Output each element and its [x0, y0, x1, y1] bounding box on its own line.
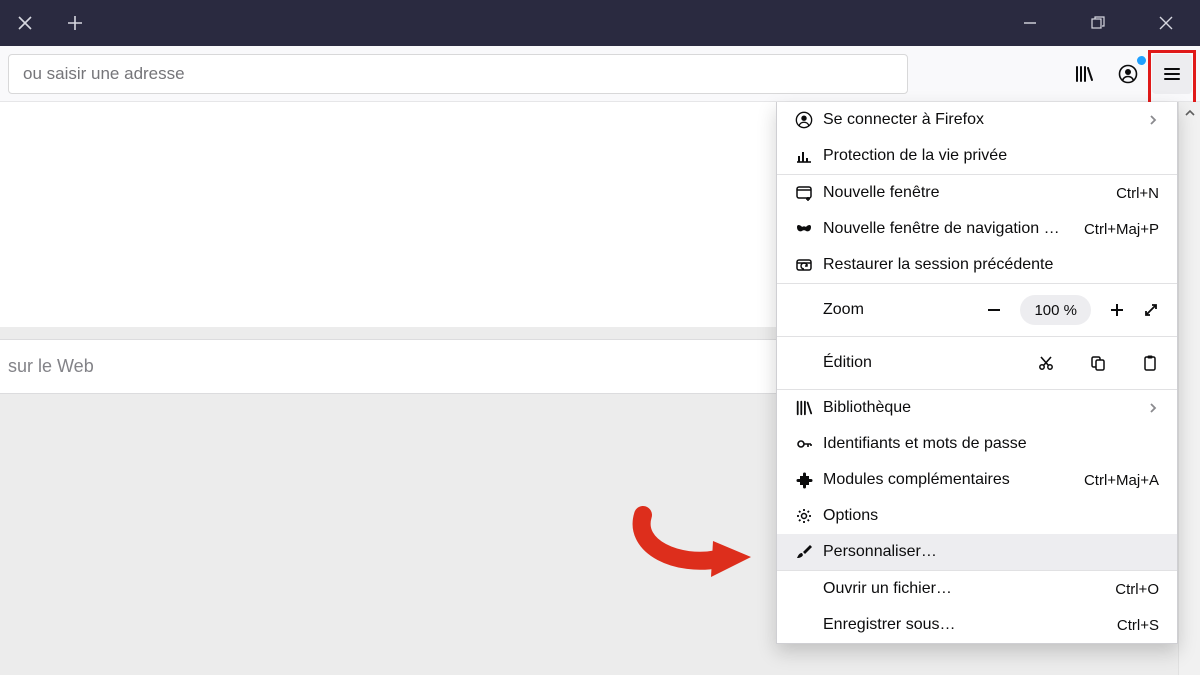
close-icon	[1159, 16, 1173, 30]
titlebar-spacer	[100, 0, 996, 46]
menu-label: Ouvrir un fichier…	[823, 580, 1115, 598]
scroll-up-button[interactable]	[1179, 102, 1200, 124]
menu-private-window[interactable]: Nouvelle fenêtre de navigation … Ctrl+Ma…	[777, 211, 1177, 247]
menu-label: Options	[823, 507, 1159, 525]
menu-logins[interactable]: Identifiants et mots de passe	[777, 426, 1177, 462]
toolbar: ou saisir une adresse	[0, 46, 1200, 102]
close-icon	[18, 16, 32, 30]
menu-customize[interactable]: Personnaliser…	[777, 534, 1177, 570]
plus-icon	[67, 15, 83, 31]
fullscreen-button[interactable]	[1143, 302, 1159, 318]
menu-zoom: Zoom 100 %	[777, 284, 1177, 336]
menu-label: Identifiants et mots de passe	[823, 435, 1159, 453]
menu-label: Restaurer la session précédente	[823, 256, 1159, 274]
menu-shortcut: Ctrl+Maj+A	[1084, 472, 1159, 489]
menu-label: Nouvelle fenêtre de navigation …	[823, 220, 1084, 238]
window-plus-icon	[795, 184, 813, 202]
zoom-in-button[interactable]	[1109, 302, 1125, 318]
copy-button[interactable]	[1089, 354, 1107, 372]
hamburger-icon	[1163, 65, 1181, 83]
menu-privacy[interactable]: Protection de la vie privée	[777, 138, 1177, 174]
menu-new-window[interactable]: Nouvelle fenêtre Ctrl+N	[777, 175, 1177, 211]
menu-label: Nouvelle fenêtre	[823, 184, 1116, 202]
chevron-right-icon	[1147, 402, 1159, 414]
library-icon	[1074, 64, 1094, 84]
menu-label: Se connecter à Firefox	[823, 111, 1147, 129]
menu-signin[interactable]: Se connecter à Firefox	[777, 102, 1177, 138]
new-tab-button[interactable]	[50, 0, 100, 46]
chevron-up-icon	[1184, 107, 1196, 119]
paste-button[interactable]	[1141, 354, 1159, 372]
cut-button[interactable]	[1037, 354, 1055, 372]
fullscreen-icon	[1143, 302, 1159, 318]
menu-edit: Édition	[777, 337, 1177, 389]
copy-icon	[1089, 354, 1107, 372]
zoom-value[interactable]: 100 %	[1020, 295, 1091, 325]
window-titlebar	[0, 0, 1200, 46]
menu-options[interactable]: Options	[777, 498, 1177, 534]
app-menu: Se connecter à Firefox Protection de la …	[776, 102, 1178, 644]
library-button[interactable]	[1064, 54, 1104, 94]
scroll-track[interactable]	[1179, 124, 1200, 653]
puzzle-icon	[795, 471, 813, 489]
chart-icon	[795, 147, 813, 165]
menu-addons[interactable]: Modules complémentaires Ctrl+Maj+A	[777, 462, 1177, 498]
menu-shortcut: Ctrl+Maj+P	[1084, 221, 1159, 238]
minus-icon	[986, 302, 1002, 318]
window-controls	[996, 0, 1200, 46]
minimize-button[interactable]	[996, 0, 1064, 46]
account-icon	[795, 111, 813, 129]
address-bar[interactable]: ou saisir une adresse	[8, 54, 908, 94]
search-placeholder: sur le Web	[8, 356, 94, 377]
restore-icon	[795, 256, 813, 274]
menu-label: Enregistrer sous…	[823, 616, 1117, 634]
library-icon	[795, 399, 813, 417]
account-button[interactable]	[1108, 54, 1148, 94]
key-icon	[795, 435, 813, 453]
plus-icon	[1109, 302, 1125, 318]
minimize-icon	[1023, 16, 1037, 30]
menu-shortcut: Ctrl+S	[1117, 617, 1159, 634]
gear-icon	[795, 507, 813, 525]
maximize-icon	[1091, 16, 1105, 30]
app-menu-button[interactable]	[1152, 54, 1192, 94]
pointer-arrow	[623, 497, 753, 577]
menu-shortcut: Ctrl+O	[1115, 581, 1159, 598]
account-notification-dot	[1137, 56, 1146, 65]
menu-save-as[interactable]: Enregistrer sous… Ctrl+S	[777, 607, 1177, 643]
account-icon	[1118, 64, 1138, 84]
chevron-right-icon	[1147, 114, 1159, 126]
menu-label: Bibliothèque	[823, 399, 1147, 417]
menu-open-file[interactable]: Ouvrir un fichier… Ctrl+O	[777, 571, 1177, 607]
menu-label: Modules complémentaires	[823, 471, 1084, 489]
scrollbar[interactable]	[1178, 102, 1200, 675]
scissors-icon	[1037, 354, 1055, 372]
paintbrush-icon	[795, 543, 813, 561]
menu-library[interactable]: Bibliothèque	[777, 390, 1177, 426]
menu-label: Protection de la vie privée	[823, 147, 1159, 165]
menu-shortcut: Ctrl+N	[1116, 185, 1159, 202]
zoom-out-button[interactable]	[986, 302, 1002, 318]
maximize-button[interactable]	[1064, 0, 1132, 46]
address-placeholder: ou saisir une adresse	[23, 64, 185, 84]
zoom-label: Zoom	[823, 301, 943, 319]
close-window-button[interactable]	[1132, 0, 1200, 46]
mask-icon	[795, 220, 813, 238]
menu-label: Personnaliser…	[823, 543, 1159, 561]
clipboard-icon	[1141, 354, 1159, 372]
tab-close-button[interactable]	[0, 0, 50, 46]
edit-label: Édition	[823, 354, 943, 372]
menu-restore-session[interactable]: Restaurer la session précédente	[777, 247, 1177, 283]
